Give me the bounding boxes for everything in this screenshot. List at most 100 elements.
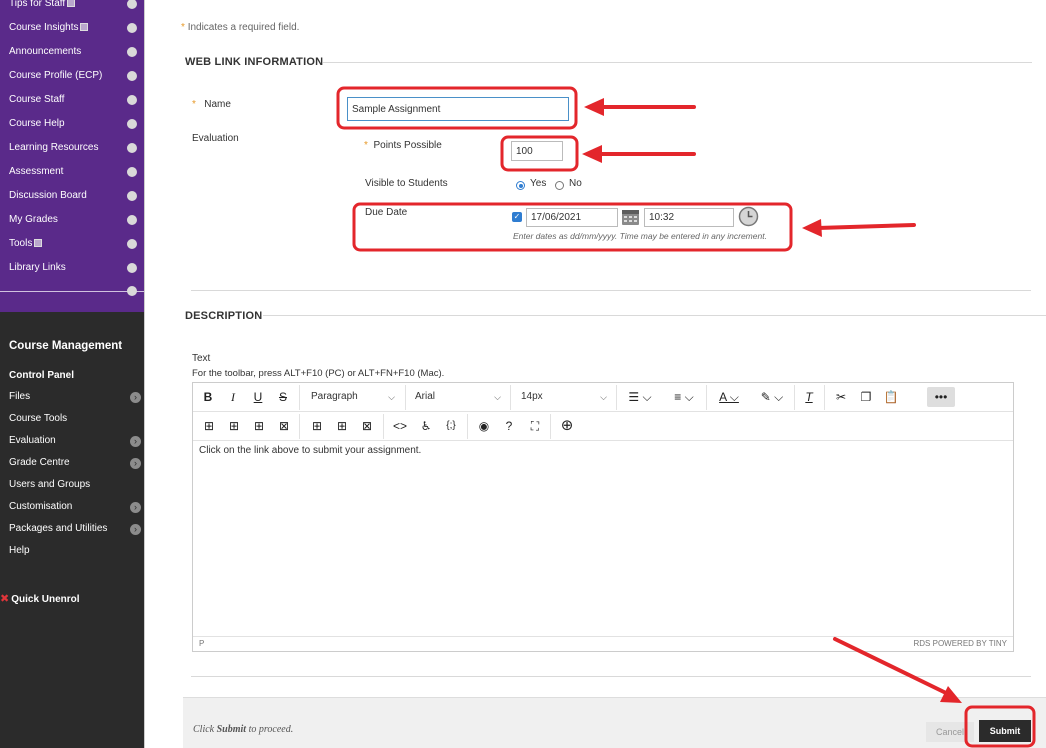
table-split-icon[interactable]: ⊞ [309,416,325,436]
submit-button[interactable]: Submit [979,720,1031,742]
quick-unenrol-link[interactable]: ✖ Quick Unenrol [0,592,80,605]
menu-options-icon[interactable] [127,215,137,225]
source-icon[interactable]: {;} [441,416,461,436]
cp-item-evaluation[interactable]: Evaluation › [0,431,144,453]
block-format-value: Paragraph [311,391,358,402]
menu-item-course-insights[interactable]: Course Insights [0,17,144,41]
menu-item-tips-for-staff[interactable]: Tips for Staff [0,0,144,17]
font-size-select[interactable]: 14px ⌵ [515,387,611,407]
font-family-select[interactable]: Arial ⌵ [409,387,505,407]
menu-options-icon[interactable] [127,95,137,105]
menu-item-course-help[interactable]: Course Help [0,113,144,137]
cp-item-help[interactable]: Help [0,541,144,563]
text-color-icon[interactable]: A ⌵ [711,387,747,407]
menu-item-course-staff[interactable]: Course Staff [0,89,144,113]
table-row-icon[interactable]: ⊞ [226,416,242,436]
menu-item-assessment[interactable]: Assessment [0,161,144,185]
menu-options-icon[interactable] [127,191,137,201]
menu-options-icon[interactable] [127,286,137,296]
menu-options-icon[interactable] [127,119,137,129]
menu-item-announcements[interactable]: Announcements [0,41,144,65]
editor-content[interactable]: Click on the link above to submit your a… [199,445,421,456]
code-icon[interactable]: <> [391,416,409,436]
bullet-list-icon[interactable]: ☰ ⌵ [623,387,657,407]
required-marker: * [364,140,368,151]
underline-icon[interactable]: U [251,387,265,407]
text-label: Text [192,353,211,364]
menu-item-label: Tips for Staff [9,0,66,9]
due-time-input[interactable] [644,208,734,227]
numbered-list-icon[interactable]: ≡ ⌵ [667,387,701,407]
cp-item-course-tools[interactable]: Course Tools [0,409,144,431]
menu-item-library-links[interactable]: Library Links [0,257,144,281]
table-merge-icon[interactable]: ⊞ [334,416,350,436]
menu-options-icon[interactable] [127,239,137,249]
help-icon[interactable]: ? [500,416,518,436]
cp-item-grade-centre[interactable]: Grade Centre › [0,453,144,475]
menu-options-icon[interactable] [127,23,137,33]
menu-options-icon[interactable] [127,263,137,273]
cp-item-label: Customisation [9,501,73,512]
visible-no-radio[interactable] [555,181,564,190]
fullscreen-icon[interactable]: ⛶ [526,416,544,436]
powered-by-tiny[interactable]: RDS POWERED BY TINY [914,639,1008,648]
menu-item-tools[interactable]: Tools [0,233,144,257]
visible-yes-radio[interactable] [516,181,525,190]
arrow-right-icon: › [130,524,141,535]
web-link-section-title: WEB LINK INFORMATION [185,56,324,68]
cp-item-packages-and-utilities[interactable]: Packages and Utilities › [0,519,144,541]
accessibility-icon[interactable]: ♿ [417,416,435,436]
menu-options-icon[interactable] [127,167,137,177]
rich-text-editor[interactable]: B I U S Paragraph ⌵ Arial ⌵ 14px ⌵ ☰ ⌵ ≡ ⌵ … [192,382,1014,652]
table-delete-icon[interactable]: ⊠ [276,416,292,436]
clock-icon[interactable] [738,206,759,227]
cp-item-files[interactable]: Files › [0,387,144,409]
block-format-select[interactable]: Paragraph ⌵ [303,387,399,407]
submit-bar: Click Submit to proceed. Cancel Submit [183,697,1046,748]
name-input[interactable] [347,97,569,121]
menu-item-label: Learning Resources [9,142,99,153]
highlight-icon[interactable]: ✎ ⌵ [754,387,790,407]
element-path[interactable]: P [199,639,204,648]
menu-item-my-grades[interactable]: My Grades [0,209,144,233]
table-insert-icon[interactable]: ⊞ [201,416,217,436]
bold-icon[interactable]: B [201,387,215,407]
menu-item-course-profile[interactable]: Course Profile (ECP) [0,65,144,89]
due-date-input[interactable] [526,208,618,227]
cancel-button[interactable]: Cancel [926,722,974,742]
menu-item-label: Tools [9,238,33,249]
close-icon: ✖ [0,593,10,605]
menu-options-icon[interactable] [127,47,137,57]
menu-options-icon[interactable] [127,143,137,153]
menu-item-discussion-board[interactable]: Discussion Board [0,185,144,209]
required-note-text: Indicates a required field. [187,22,300,33]
strikethrough-icon[interactable]: S [276,387,290,407]
due-date-checkbox[interactable]: ✓ [512,212,522,222]
arrow-right-icon: › [130,502,141,513]
menu-item-label: Course Profile (ECP) [9,70,103,81]
menu-item-learning-resources[interactable]: Learning Resources [0,137,144,161]
cp-item-label: Files [9,391,31,402]
cp-item-customisation[interactable]: Customisation › [0,497,144,519]
arrow-right-icon: › [130,392,141,403]
paste-icon[interactable]: 📋 [881,387,901,407]
menu-options-icon[interactable] [127,0,137,9]
clear-format-icon[interactable]: T [799,387,819,407]
points-possible-input[interactable] [511,141,563,161]
calendar-icon[interactable] [621,207,640,226]
cut-icon[interactable]: ✂ [831,387,851,407]
italic-icon[interactable]: I [226,387,240,407]
proceed-instruction: Click Submit to proceed. [193,724,293,735]
preview-icon[interactable]: ◉ [475,416,493,436]
external-link-icon [80,23,89,31]
table-column-icon[interactable]: ⊞ [251,416,267,436]
copy-icon[interactable]: ❐ [856,387,876,407]
toolbar-separator [824,385,825,410]
left-sidebar: Tips for Staff Course Insights Announcem… [0,0,144,748]
add-icon[interactable]: ⊕ [558,416,576,436]
cp-item-users-and-groups[interactable]: Users and Groups [0,475,144,497]
more-icon[interactable]: ••• [927,387,955,407]
table-remove-icon[interactable]: ⊠ [359,416,375,436]
menu-options-icon[interactable] [127,71,137,81]
quick-unenrol-label: Quick Unenrol [11,594,80,605]
